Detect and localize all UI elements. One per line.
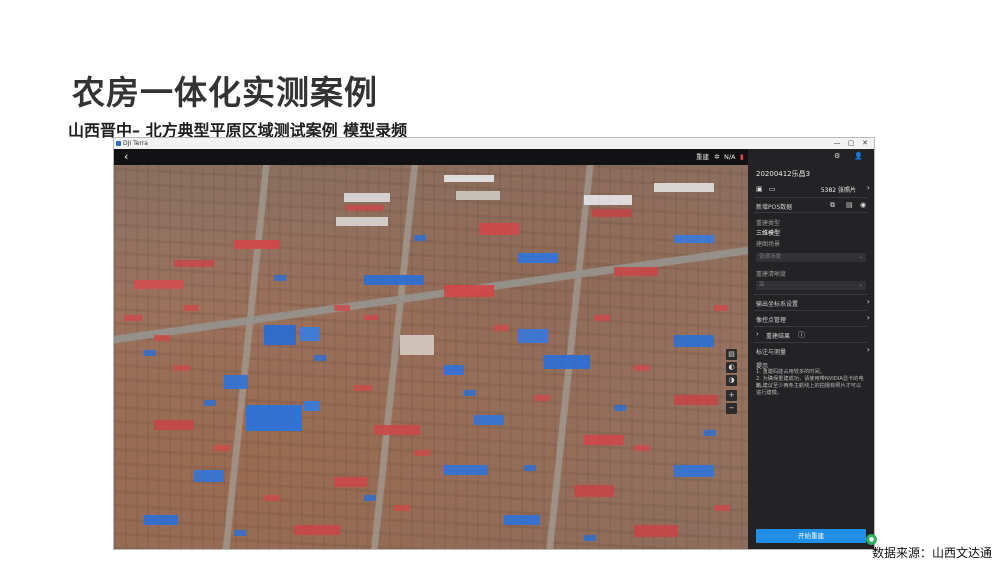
scene-select[interactable]: 普通场景 ⌄ — [756, 253, 866, 262]
satellite-icon: ✲ — [714, 153, 720, 161]
control-points-item[interactable]: 像控点管理 — [756, 315, 868, 324]
window-titlebar: DJI Terra — ▢ ✕ — [114, 138, 874, 149]
chevron-down-icon: ⌄ — [858, 254, 863, 260]
rebuild-label[interactable]: 重建 — [696, 152, 709, 162]
minimize-button[interactable]: — — [830, 138, 844, 149]
chart-icon[interactable]: ▤ — [846, 201, 853, 209]
back-icon[interactable]: ‹ — [124, 150, 128, 164]
photo-count: 5382 张照片 — [820, 187, 856, 194]
eye-icon[interactable]: ◉ — [860, 201, 866, 209]
app-logo-icon — [116, 141, 121, 146]
scene-value: 普通场景 — [759, 254, 782, 260]
divider — [754, 326, 868, 327]
resolution-label: 重建清晰度 — [756, 271, 787, 278]
signal-icon: ▮ — [740, 153, 744, 161]
user-icon[interactable]: 👤 — [854, 152, 863, 160]
chevron-right-icon[interactable]: › — [867, 297, 870, 306]
map-tools: ▤ ◐ ◑ + − — [726, 349, 737, 416]
settings-panel: ⚙ 👤 20200412乐昌3 ▣ ▭ 5382 张照片 › 新增POS数据 ⧉… — [748, 149, 874, 549]
chevron-right-icon[interactable]: › — [867, 313, 870, 322]
divider — [754, 294, 868, 295]
top-toolbar: ‹ 重建 ✲ N/A ▮ — [114, 149, 748, 165]
data-source: 数据来源：山西文达通 — [872, 546, 993, 560]
marks-measure-item[interactable]: 标注与测量 — [756, 347, 868, 356]
measure-icon[interactable]: ◐ — [726, 362, 737, 373]
scene-label: 建图场景 — [756, 241, 781, 248]
aerial-model-view[interactable]: ▤ ◐ ◑ + − 二维 模型 — [114, 165, 748, 549]
info-icon: ⓘ — [798, 331, 805, 339]
expand-icon[interactable]: › — [756, 330, 759, 338]
gear-icon[interactable]: ⚙ — [834, 152, 840, 160]
close-button[interactable]: ✕ — [858, 138, 872, 149]
tip-3: 3. 建议至少两条主航线上的拍摄有照片才可以进行建模。 — [756, 383, 862, 396]
chevron-right-icon[interactable]: › — [867, 345, 870, 354]
app-name: DJI Terra — [123, 140, 148, 147]
slide-title: 农房一体化实测案例 — [72, 73, 378, 112]
chevron-down-icon: ⌄ — [858, 282, 863, 288]
clip-icon[interactable]: ◑ — [726, 375, 737, 386]
photo-chevron-icon[interactable]: › — [867, 183, 870, 192]
zoom-in-icon[interactable]: + — [726, 390, 737, 401]
import-icon[interactable]: ⧉ — [830, 201, 835, 210]
start-reconstruct-button[interactable]: 开始重建 — [756, 529, 866, 543]
zoom-out-icon[interactable]: − — [726, 403, 737, 414]
resolution-value: 高 — [759, 282, 765, 288]
rtk-status: N/A — [724, 153, 736, 161]
reconstruct-result-item[interactable]: 重建结果 — [766, 331, 868, 340]
divider — [754, 197, 868, 198]
divider — [754, 342, 868, 343]
divider — [754, 310, 868, 311]
tip-1: 1. 重建码能占用较多的时间。 — [756, 369, 825, 375]
rooftops-layer — [124, 175, 730, 541]
reconstruct-type-value[interactable]: 三维模型 — [756, 228, 868, 237]
output-coord-item[interactable]: 输出坐标系设置 — [756, 299, 868, 308]
resolution-select[interactable]: 高 ⌄ — [756, 281, 866, 290]
layers-icon[interactable]: ▤ — [726, 349, 737, 360]
maximize-button[interactable]: ▢ — [844, 138, 858, 149]
divider — [754, 212, 868, 213]
mission-name: 20200412乐昌3 — [756, 170, 811, 178]
dji-terra-window: DJI Terra — ▢ ✕ ‹ 重建 ✲ N/A ▮ ▤ ◐ ◑ + − ⚙… — [114, 138, 874, 549]
reconstruct-type-label: 重建类型 — [756, 220, 781, 227]
